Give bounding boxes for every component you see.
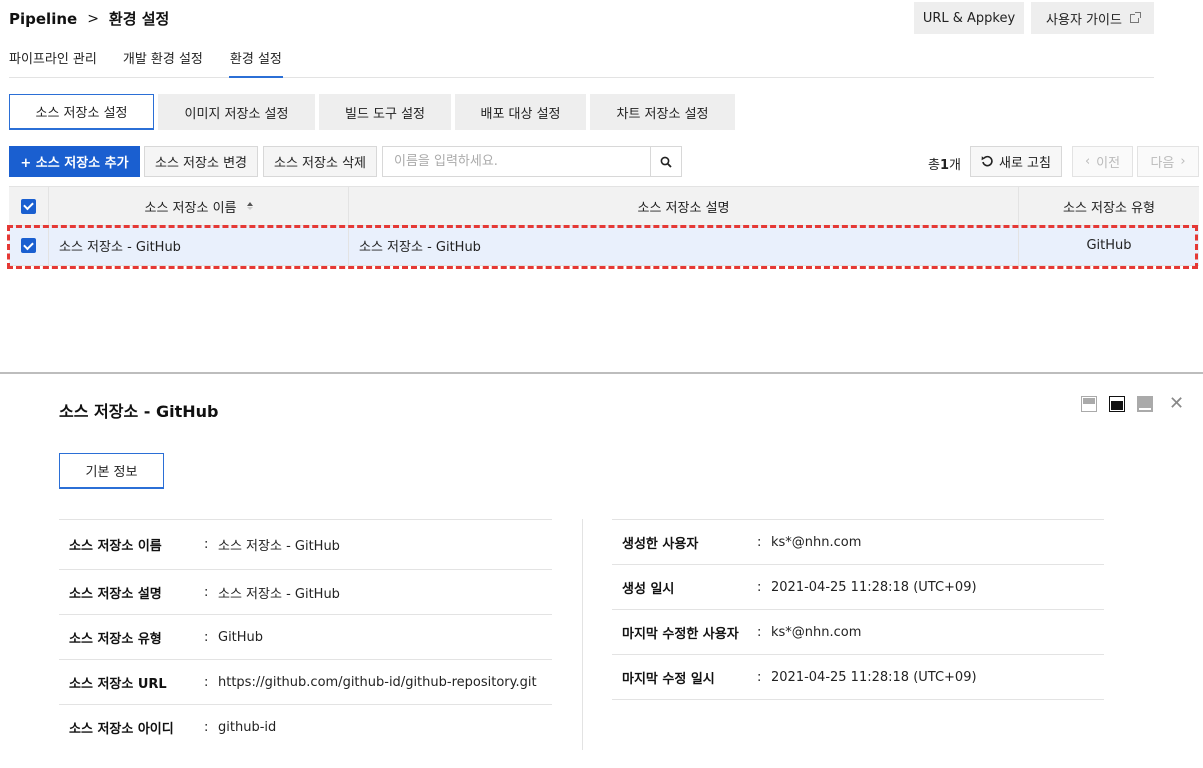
detail-label: 마지막 수정 일시: [622, 671, 715, 687]
external-link-icon: [1129, 11, 1141, 23]
layout-split-bottom-icon[interactable]: [1137, 396, 1153, 412]
detail-label: 소스 저장소 URL: [69, 676, 167, 692]
source-repo-table: 소스 저장소 이름 소스 저장소 설명 소스 저장소 유형 소스 저장소 - G…: [9, 186, 1199, 266]
tab-pipeline-management[interactable]: 파이프라인 관리: [9, 40, 97, 78]
detail-value: 소스 저장소 - GitHub: [218, 539, 340, 554]
detail-title: 소스 저장소 - GitHub: [59, 402, 219, 421]
detail-row-repo-description: 소스 저장소 설명 : 소스 저장소 - GitHub: [59, 570, 552, 615]
next-label: 다음: [1150, 156, 1175, 171]
table-header: 소스 저장소 이름 소스 저장소 설명 소스 저장소 유형: [9, 186, 1199, 226]
add-source-repo-button[interactable]: + 소스 저장소 추가: [9, 146, 140, 177]
detail-left-list: 소스 저장소 이름 : 소스 저장소 - GitHub 소스 저장소 설명 : …: [59, 519, 552, 750]
total-count: 총1개: [928, 154, 961, 173]
panel-layout-controls: ✕: [1081, 395, 1184, 413]
breadcrumb: Pipeline > 환경 설정: [9, 8, 169, 29]
next-page-button[interactable]: 다음 ›: [1137, 146, 1199, 177]
prev-label: 이전: [1096, 156, 1121, 171]
refresh-button[interactable]: 새로 고침: [970, 146, 1062, 177]
detail-label: 마지막 수정한 사용자: [622, 626, 739, 642]
detail-row-modified-at: 마지막 수정 일시 : 2021-04-25 11:28:18 (UTC+09): [612, 655, 1104, 700]
search-input[interactable]: [382, 146, 651, 177]
detail-value: 2021-04-25 11:28:18 (UTC+09): [771, 579, 977, 595]
close-icon[interactable]: ✕: [1169, 395, 1184, 413]
layout-split-top-icon[interactable]: [1081, 396, 1097, 412]
subtab-build-tool[interactable]: 빌드 도구 설정: [319, 94, 451, 130]
detail-label: 소스 저장소 이름: [69, 539, 162, 554]
detail-row-modified-by: 마지막 수정한 사용자 : ks*@nhn.com: [612, 610, 1104, 655]
search-icon: [660, 156, 672, 168]
detail-label: 소스 저장소 설명: [69, 586, 162, 602]
breadcrumb-root[interactable]: Pipeline: [9, 10, 77, 28]
search-button[interactable]: [650, 146, 682, 177]
detail-label: 소스 저장소 유형: [69, 631, 162, 647]
tab-dev-environment[interactable]: 개발 환경 설정: [123, 40, 203, 78]
detail-row-created-by: 생성한 사용자 : ks*@nhn.com: [612, 520, 1104, 565]
sort-icon[interactable]: [246, 202, 253, 210]
table-row[interactable]: 소스 저장소 - GitHub 소스 저장소 - GitHub GitHub: [9, 226, 1199, 266]
edit-source-repo-button[interactable]: 소스 저장소 변경: [144, 146, 258, 177]
breadcrumb-current: 환경 설정: [108, 10, 170, 28]
subtab-deploy-target[interactable]: 배포 대상 설정: [455, 94, 586, 130]
detail-value: 소스 저장소 - GitHub: [218, 586, 340, 602]
sub-tabs: 소스 저장소 설정 이미지 저장소 설정 빌드 도구 설정 배포 대상 설정 차…: [9, 94, 739, 130]
detail-row-repo-url: 소스 저장소 URL : https://github.com/github-i…: [59, 660, 552, 705]
delete-source-repo-button[interactable]: 소스 저장소 삭제: [263, 146, 377, 177]
detail-value: ks*@nhn.com: [771, 624, 862, 640]
detail-row-created-at: 생성 일시 : 2021-04-25 11:28:18 (UTC+09): [612, 565, 1104, 610]
row-checkbox[interactable]: [21, 238, 36, 253]
column-header-name-label: 소스 저장소 이름: [144, 200, 237, 216]
column-header-description: 소스 저장소 설명: [349, 187, 1019, 225]
total-number: 1: [939, 158, 950, 173]
layout-split-middle-icon[interactable]: [1109, 396, 1125, 412]
subtab-source-repo[interactable]: 소스 저장소 설정: [9, 94, 154, 130]
detail-value: https://github.com/github-id/github-repo…: [218, 674, 537, 690]
row-name: 소스 저장소 - GitHub: [49, 226, 349, 265]
refresh-icon: [981, 155, 993, 167]
detail-column-divider: [582, 519, 583, 750]
column-header-name[interactable]: 소스 저장소 이름: [49, 187, 349, 225]
chevron-left-icon: ‹: [1084, 154, 1091, 169]
column-header-type: 소스 저장소 유형: [1063, 200, 1155, 216]
tab-basic-info[interactable]: 기본 정보: [59, 453, 164, 489]
header-checkbox-cell: [9, 187, 49, 225]
detail-value: 2021-04-25 11:28:18 (UTC+09): [771, 669, 977, 685]
detail-label: 생성 일시: [622, 581, 675, 597]
breadcrumb-separator: >: [87, 10, 99, 27]
prev-page-button[interactable]: ‹ 이전: [1072, 146, 1133, 177]
select-all-checkbox[interactable]: [21, 198, 36, 214]
tab-environment-settings[interactable]: 환경 설정: [228, 40, 283, 78]
row-description: 소스 저장소 - GitHub: [349, 226, 1019, 265]
url-appkey-button[interactable]: URL & Appkey: [914, 2, 1024, 34]
detail-label: 생성한 사용자: [622, 536, 699, 552]
subtab-chart-repo[interactable]: 차트 저장소 설정: [590, 94, 735, 130]
total-prefix: 총: [928, 158, 940, 173]
detail-value: GitHub: [218, 629, 264, 645]
refresh-label: 새로 고침: [999, 156, 1051, 171]
detail-row-repo-name: 소스 저장소 이름 : 소스 저장소 - GitHub: [59, 520, 552, 570]
top-tabs: 파이프라인 관리 개발 환경 설정 환경 설정: [9, 40, 1154, 78]
detail-label: 소스 저장소 아이디: [69, 722, 174, 737]
row-type: GitHub: [1086, 238, 1132, 253]
detail-value: ks*@nhn.com: [771, 534, 862, 550]
detail-value: github-id: [218, 720, 277, 735]
subtab-image-repo[interactable]: 이미지 저장소 설정: [158, 94, 315, 130]
toolbar: + 소스 저장소 추가 소스 저장소 변경 소스 저장소 삭제 총1개 새로 고…: [9, 146, 1199, 178]
user-guide-label: 사용자 가이드: [1046, 12, 1122, 28]
user-guide-button[interactable]: 사용자 가이드: [1031, 2, 1154, 34]
detail-right-list: 생성한 사용자 : ks*@nhn.com 생성 일시 : 2021-04-25…: [612, 519, 1104, 700]
row-checkbox-cell: [9, 226, 49, 265]
chevron-right-icon: ›: [1180, 154, 1186, 169]
panel-resize-divider[interactable]: [0, 372, 1203, 374]
detail-row-repo-type: 소스 저장소 유형 : GitHub: [59, 615, 552, 660]
detail-row-repo-id: 소스 저장소 아이디 : github-id: [59, 705, 552, 750]
total-suffix: 개: [949, 158, 961, 173]
